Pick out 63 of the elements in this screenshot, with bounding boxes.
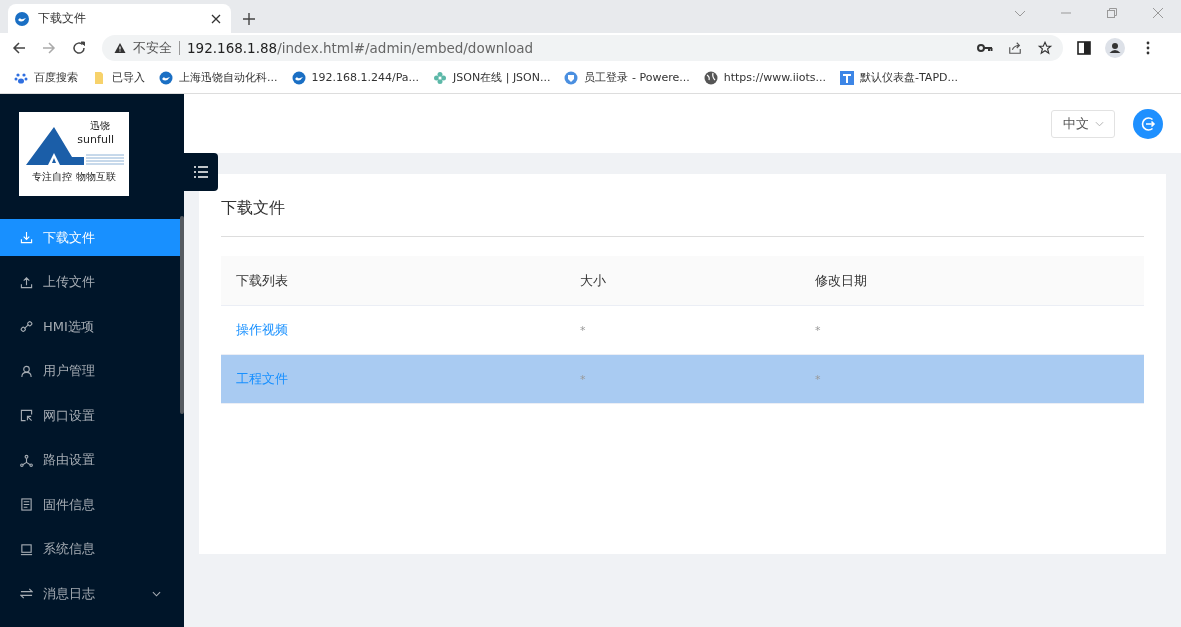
- menu-item[interactable]: 上传文件: [0, 263, 181, 301]
- address-bar[interactable]: 不安全 192.168.1.88/index.html#/admin/embed/download: [102, 34, 1063, 61]
- new-tab-icon[interactable]: [243, 13, 255, 25]
- flower-icon: [433, 70, 448, 85]
- table-cell-text: *: [579, 323, 587, 337]
- logo-chinese-name: 迅饶: [90, 119, 110, 133]
- shield-icon: [564, 70, 579, 85]
- user-icon: [20, 364, 33, 378]
- table-cell-text: *: [814, 323, 821, 337]
- security-label: 不安全: [133, 38, 172, 57]
- bookmark[interactable]: https://www.iiots...: [703, 70, 827, 85]
- menu-item[interactable]: 固件信息: [0, 486, 181, 523]
- language-dropdown[interactable]: 中文: [1051, 109, 1115, 138]
- laptop-icon: [20, 542, 33, 556]
- star-icon[interactable]: [1037, 40, 1053, 55]
- download-icon: [20, 231, 33, 244]
- warning-icon: [114, 41, 126, 54]
- site-logo-icon: [159, 70, 173, 85]
- table-cell-text: *: [814, 372, 821, 386]
- chevron-down-icon: [1094, 120, 1104, 127]
- menu-item[interactable]: 路由设置: [0, 441, 181, 479]
- table-cell-text: *: [579, 372, 587, 386]
- menu-item[interactable]: HMI选项: [0, 308, 181, 345]
- bookmark[interactable]: JSON在线 | JSON...: [433, 70, 551, 85]
- logout-button[interactable]: [1133, 108, 1163, 139]
- back-icon[interactable]: [12, 40, 26, 55]
- scrollbar[interactable]: [180, 216, 184, 414]
- menu-item[interactable]: 消息日志: [0, 575, 181, 612]
- screen-icon: [20, 409, 33, 422]
- reload-icon[interactable]: [72, 40, 86, 55]
- folder-icon: [92, 70, 106, 85]
- bookmark[interactable]: 已导入: [92, 70, 145, 85]
- logo-slogan: 专注自控 物物互联: [32, 170, 116, 184]
- url-text: 192.168.1.88/index.html#/admin/embed/download: [187, 39, 534, 56]
- menu-item[interactable]: 网口设置: [0, 397, 181, 434]
- nodes-icon: [20, 453, 33, 467]
- tab-title: 下载文件: [38, 10, 87, 27]
- bookmark[interactable]: 192.168.1.244/Pa...: [291, 70, 420, 85]
- close-icon[interactable]: [211, 13, 221, 24]
- link-icon: [20, 320, 33, 333]
- column-header: 下载列表: [235, 271, 289, 290]
- column-header: 修改日期: [814, 271, 867, 290]
- side-panel-icon[interactable]: [1077, 40, 1091, 55]
- bookmark[interactable]: 百度搜索: [14, 70, 78, 85]
- menu-toggle-button[interactable]: [184, 153, 218, 191]
- globe-icon: [703, 70, 718, 85]
- site-logo-icon: [14, 10, 30, 27]
- share-icon[interactable]: [1007, 40, 1023, 55]
- bookmark[interactable]: 默认仪表盘-TAPD...: [840, 70, 958, 85]
- upload-icon: [20, 275, 33, 289]
- menu-item[interactable]: 系统信息: [0, 530, 181, 568]
- column-header: 大小: [579, 271, 607, 290]
- profile-icon[interactable]: [1105, 37, 1125, 58]
- menu-icon: [194, 166, 208, 178]
- logo-english-name: sunfull: [77, 133, 114, 146]
- bookmark[interactable]: 上海迅饶自动化科...: [159, 70, 278, 85]
- site-logo-icon: [291, 70, 306, 85]
- swap-icon: [20, 587, 33, 600]
- browser-tab[interactable]: 下载文件: [8, 4, 231, 33]
- bookmark[interactable]: 员工登录 - Powere...: [564, 70, 690, 85]
- page-title: 下载文件: [221, 198, 1144, 237]
- menu-item[interactable]: 用户管理: [0, 352, 181, 390]
- document-icon: [20, 498, 33, 511]
